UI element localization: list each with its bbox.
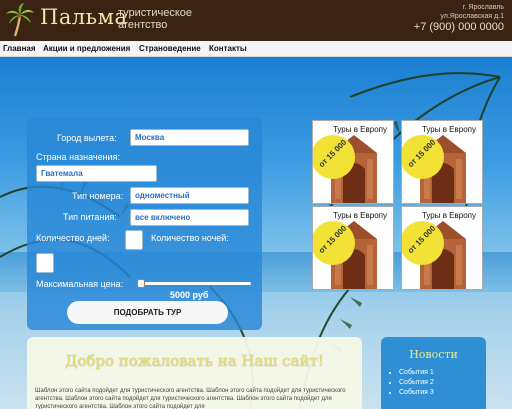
tour-title: Туры в Европу	[421, 125, 476, 134]
price-badge: от 15 000	[313, 221, 355, 265]
news-item[interactable]: События 2	[399, 378, 434, 388]
room-type-label: Тип номера:	[72, 191, 124, 201]
price-badge: от 15 000	[402, 221, 444, 265]
destination-input[interactable]: Гватемала	[36, 165, 157, 182]
palm-logo-icon	[6, 3, 34, 37]
price-slider-handle[interactable]	[137, 279, 145, 288]
news-list: События 1 События 2 События 3	[399, 368, 434, 398]
nav-item-contacts[interactable]: Контакты	[209, 44, 247, 53]
logo-tagline: туристическое агентство	[118, 7, 192, 31]
contacts: г. Ярославль ул.Ярославская д.1 +7 (900)…	[414, 4, 504, 33]
max-price-value: 5000 руб	[170, 290, 209, 300]
address: ул.Ярославская д.1	[440, 13, 504, 20]
nights-input[interactable]	[36, 253, 54, 273]
news-title: Новости	[409, 348, 458, 361]
news-item[interactable]: События 3	[399, 388, 434, 398]
price-badge-text: от 15 000	[316, 137, 349, 170]
departure-label: Город вылета:	[57, 133, 117, 143]
price-badge-text: от 15 000	[405, 223, 438, 256]
news-item[interactable]: События 1	[399, 368, 434, 378]
find-tour-button[interactable]: ПОДОБРАТЬ ТУР	[67, 301, 228, 324]
price-badge: от 15 000	[313, 135, 355, 179]
tour-title: Туры в Европу	[332, 211, 387, 220]
tagline-line-1: туристическое	[118, 7, 193, 19]
news-panel: Новости События 1 События 2 События 3	[381, 337, 486, 409]
city: г. Ярославль	[462, 4, 504, 11]
tour-tile[interactable]: Туры в Европу от 15 000	[401, 206, 483, 290]
days-input[interactable]	[125, 230, 143, 250]
departure-input[interactable]: Москва	[130, 129, 249, 146]
room-type-input[interactable]: одноместный	[130, 187, 249, 204]
max-price-label: Максимальная цена:	[36, 279, 124, 289]
logo-text[interactable]: Пальма	[40, 5, 127, 29]
nav-item-home[interactable]: Главная	[3, 44, 36, 53]
tour-tile[interactable]: Туры в Европу от 15 000	[312, 206, 394, 290]
nights-label: Количество ночей:	[151, 233, 229, 243]
price-slider-track[interactable]	[139, 282, 251, 285]
welcome-title: Добро пожаловать на Наш сайт!	[65, 352, 324, 370]
phone: +7 (900) 000 0000	[413, 21, 504, 33]
price-badge: от 15 000	[402, 135, 444, 179]
days-label: Количество дней:	[36, 233, 110, 243]
tour-tile[interactable]: Туры в Европу от 15 000	[312, 120, 394, 204]
tour-title: Туры в Европу	[421, 211, 476, 220]
main-nav: Главная Акции и предложения Страноведени…	[0, 41, 512, 57]
meal-type-input[interactable]: все включено	[130, 209, 249, 226]
tour-title: Туры в Европу	[332, 125, 387, 134]
nav-item-promotions[interactable]: Акции и предложения	[43, 44, 130, 53]
destination-label: Страна назначения:	[36, 152, 120, 162]
tour-tile[interactable]: Туры в Европу от 15 000	[401, 120, 483, 204]
price-badge-text: от 15 000	[316, 223, 349, 256]
tagline-line-2: агентство	[118, 19, 168, 31]
price-badge-text: от 15 000	[405, 137, 438, 170]
welcome-text: Шаблон этого сайта подойдет для туристич…	[35, 388, 346, 409]
site-header: Пальма туристическое агентство г. Яросла…	[0, 0, 512, 41]
meal-type-label: Тип питания:	[63, 212, 117, 222]
welcome-section: Добро пожаловать на Наш сайт! Шаблон это…	[27, 337, 362, 409]
nav-item-country-guide[interactable]: Страноведение	[139, 44, 201, 53]
